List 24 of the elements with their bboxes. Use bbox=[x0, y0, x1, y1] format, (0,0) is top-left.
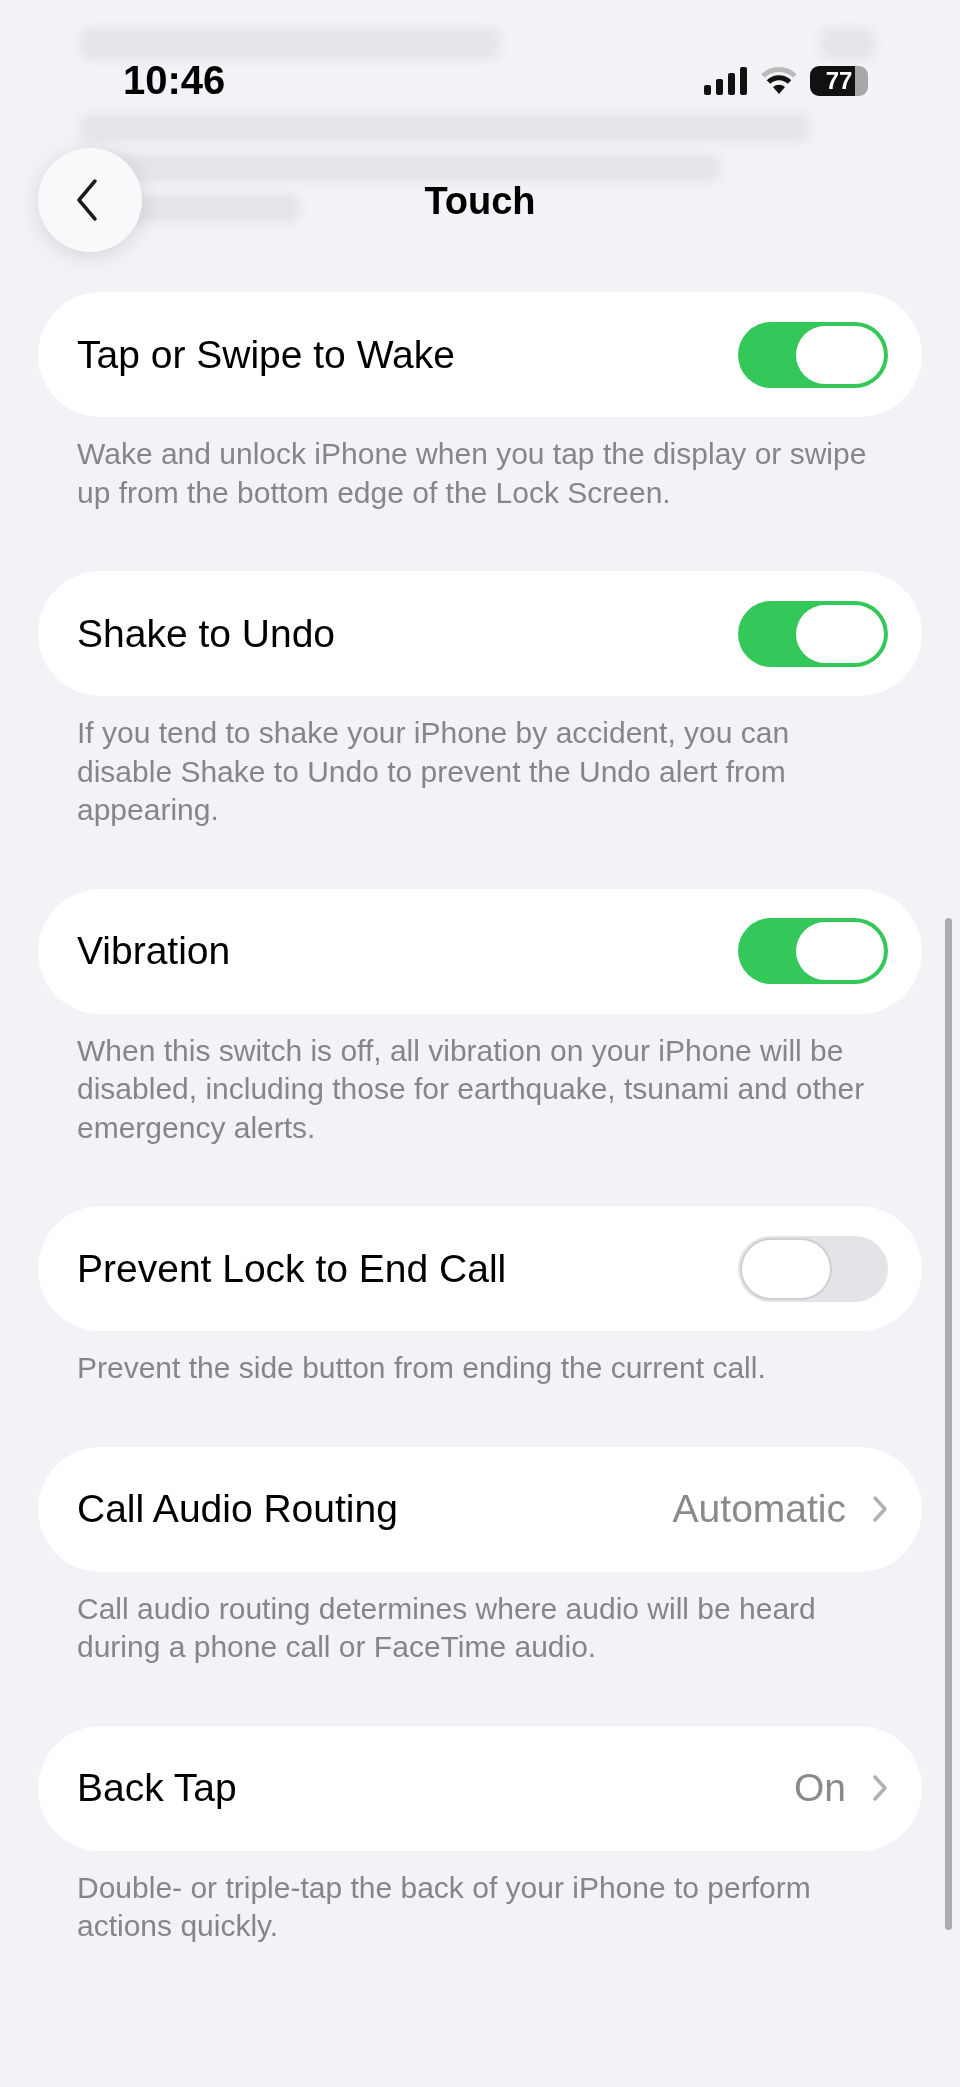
setting-description: Call audio routing determines where audio will be heard during a phone call or FaceTime audio. bbox=[77, 1590, 817, 1665]
setting-description: Wake and unlock iPhone when you tap the display or swipe up from the bottom edge of the Lock Screen. bbox=[77, 436, 867, 511]
setting-label: Vibration bbox=[77, 929, 232, 973]
setting-description: If you tend to shake your iPhone by accident, you can disable Shake to Undo to prevent the Undo alert from appearing. bbox=[77, 715, 791, 828]
setting-row[interactable]: Call Audio Routing Automatic bbox=[38, 1446, 922, 1572]
chevron-icon bbox=[872, 1774, 888, 1802]
setting-description: Double- or triple-tap the back of your iPhone to perform actions quickly. bbox=[77, 1869, 812, 1944]
battery-icon: 77 bbox=[810, 65, 868, 96]
setting-description: When this switch is off, all vibration on your iPhone will be disabled, including those for earthquake, tsunami and other emergency alerts. bbox=[77, 1032, 866, 1146]
page-title: Touch bbox=[423, 180, 537, 223]
chevron-icon bbox=[872, 1495, 888, 1523]
setting-value: On bbox=[793, 1766, 846, 1810]
clock-time: 10:46 bbox=[123, 58, 226, 103]
wifi-icon bbox=[760, 66, 798, 95]
setting-label: Shake to Undo bbox=[77, 611, 336, 656]
signal-icon bbox=[704, 66, 748, 95]
setting-row[interactable]: Back Tap On bbox=[38, 1725, 922, 1851]
setting-label: Call Audio Routing bbox=[77, 1487, 399, 1531]
back-chevron-icon bbox=[75, 178, 99, 222]
setting-label: Back Tap bbox=[77, 1766, 238, 1810]
setting-label: Tap or Swipe to Wake bbox=[77, 332, 456, 377]
setting-value: Automatic bbox=[672, 1487, 846, 1531]
setting-label: Prevent Lock to End Call bbox=[77, 1246, 508, 1291]
setting-description: Prevent the side button from ending the current call. bbox=[77, 1350, 767, 1386]
